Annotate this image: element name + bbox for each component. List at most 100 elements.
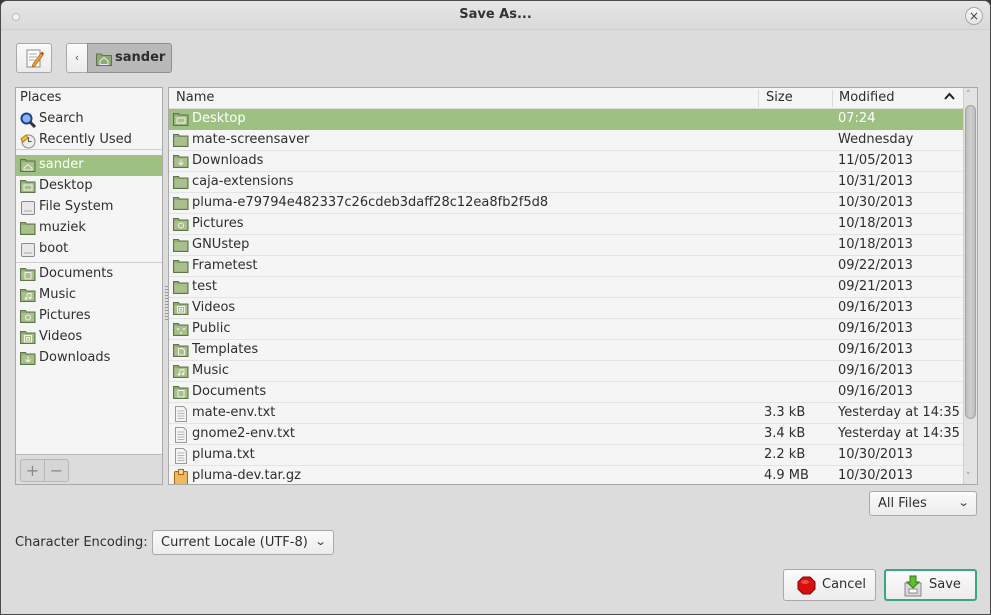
column-separator[interactable] bbox=[832, 90, 833, 107]
file-row[interactable]: mate-screensaver Wednesday bbox=[169, 130, 964, 151]
file-name: gnome2-env.txt bbox=[192, 426, 296, 441]
file-row[interactable]: pluma-e79794e482337c26cdeb3daff28c12ea8f… bbox=[169, 193, 964, 214]
file-size: 3.4 kB bbox=[764, 426, 806, 441]
sidebar-item-desktop[interactable]: Desktop bbox=[16, 176, 162, 197]
places-sidebar: Places Search Recently Used sander Desktop F… bbox=[15, 87, 163, 485]
type-filename-button[interactable] bbox=[16, 43, 52, 73]
file-type-filter-dropdown[interactable]: All Files ⌄ bbox=[869, 491, 977, 516]
file-name: test bbox=[192, 279, 217, 294]
column-header-modified[interactable]: Modified bbox=[839, 90, 894, 105]
file-row[interactable]: Frametest 09/22/2013 bbox=[169, 256, 964, 277]
file-name: pluma-dev.tar.gz bbox=[192, 468, 301, 483]
file-row[interactable]: pluma.txt 2.2 kB 10/30/2013 bbox=[169, 445, 964, 466]
cancel-button[interactable]: Cancel bbox=[783, 569, 876, 601]
sidebar-item-boot[interactable]: boot bbox=[16, 239, 162, 260]
file-size: 2.2 kB bbox=[764, 447, 806, 462]
sidebar-item-videos[interactable]: Videos bbox=[16, 327, 162, 348]
file-modified: 10/30/2013 bbox=[838, 468, 913, 483]
sidebar-item-muziek[interactable]: muziek bbox=[16, 218, 162, 239]
pictures-folder-icon bbox=[20, 309, 36, 327]
file-modified: 11/05/2013 bbox=[838, 153, 913, 168]
file-row[interactable]: GNUstep 10/18/2013 bbox=[169, 235, 964, 256]
folder-icon bbox=[20, 221, 36, 239]
chevron-down-icon: ⌄ bbox=[314, 535, 327, 548]
downloads-folder-icon bbox=[20, 351, 36, 369]
file-name: mate-env.txt bbox=[192, 405, 276, 420]
file-name: Music bbox=[192, 363, 229, 378]
save-download-icon bbox=[903, 575, 923, 601]
sidebar-item-search[interactable]: Search bbox=[16, 109, 162, 130]
sidebar-item-recently-used[interactable]: Recently Used bbox=[16, 130, 162, 151]
sidebar-item-label: Downloads bbox=[39, 350, 111, 365]
file-row[interactable]: Downloads 11/05/2013 bbox=[169, 151, 964, 172]
videos-folder-icon bbox=[20, 330, 36, 348]
path-button-label: sander bbox=[115, 50, 166, 65]
desktop-folder-icon bbox=[173, 112, 189, 130]
file-row[interactable]: Pictures 10/18/2013 bbox=[169, 214, 964, 235]
sidebar-item-label: boot bbox=[39, 241, 69, 256]
file-row[interactable]: mate-env.txt 3.3 kB Yesterday at 14:35 bbox=[169, 403, 964, 424]
sidebar-item-label: Pictures bbox=[39, 308, 91, 323]
file-name: Desktop bbox=[192, 111, 246, 126]
scroll-up-icon[interactable]: ˄ bbox=[966, 90, 971, 100]
stop-icon bbox=[797, 576, 816, 599]
window-title: Save As... bbox=[459, 7, 532, 22]
sidebar-item-sander[interactable]: sander bbox=[16, 155, 162, 176]
column-separator[interactable] bbox=[758, 90, 759, 107]
folder-icon bbox=[173, 238, 189, 256]
file-row[interactable]: Music 09/16/2013 bbox=[169, 361, 964, 382]
places-toolbar: + − bbox=[16, 454, 162, 484]
file-name: Frametest bbox=[192, 258, 258, 273]
scroll-down-icon[interactable]: ˅ bbox=[966, 472, 971, 482]
sidebar-item-documents[interactable]: Documents bbox=[16, 264, 162, 285]
folder-icon bbox=[173, 259, 189, 277]
title-bar[interactable]: Save As... × bbox=[1, 1, 990, 30]
file-row[interactable]: Videos 09/16/2013 bbox=[169, 298, 964, 319]
home-folder-icon bbox=[20, 158, 36, 176]
file-row[interactable]: Public 09/16/2013 bbox=[169, 319, 964, 340]
sidebar-item-pictures[interactable]: Pictures bbox=[16, 306, 162, 327]
file-row[interactable]: test 09/21/2013 bbox=[169, 277, 964, 298]
file-row[interactable]: caja-extensions 10/31/2013 bbox=[169, 172, 964, 193]
search-icon bbox=[20, 112, 37, 132]
save-button[interactable]: Save bbox=[884, 569, 977, 601]
file-modified: 09/16/2013 bbox=[838, 300, 913, 315]
file-name: mate-screensaver bbox=[192, 132, 310, 147]
sidebar-item-label: Videos bbox=[39, 329, 83, 344]
folder-icon bbox=[173, 280, 189, 298]
text-file-icon bbox=[173, 427, 189, 447]
file-modified: 09/16/2013 bbox=[838, 342, 913, 357]
documents-folder-icon bbox=[20, 267, 36, 285]
file-name: Videos bbox=[192, 300, 236, 315]
file-row[interactable]: Templates 09/16/2013 bbox=[169, 340, 964, 361]
close-button[interactable]: × bbox=[965, 7, 983, 25]
character-encoding-dropdown[interactable]: Current Locale (UTF-8) ⌄ bbox=[152, 530, 334, 555]
sidebar-item-music[interactable]: Music bbox=[16, 285, 162, 306]
file-modified: 07:24 bbox=[838, 111, 876, 126]
sidebar-item-downloads[interactable]: Downloads bbox=[16, 348, 162, 369]
places-separator bbox=[16, 262, 162, 263]
file-name: pluma.txt bbox=[192, 447, 255, 462]
music-folder-icon bbox=[20, 288, 36, 306]
file-modified: 10/31/2013 bbox=[838, 174, 913, 189]
file-name: Public bbox=[192, 321, 231, 336]
column-header-size[interactable]: Size bbox=[766, 90, 793, 105]
file-modified: Yesterday at 14:35 bbox=[838, 405, 960, 420]
file-row[interactable]: Desktop 07:24 bbox=[169, 109, 964, 130]
column-header-row: Name Size Modified bbox=[169, 88, 964, 109]
column-header-name[interactable]: Name bbox=[176, 90, 214, 105]
archive-icon bbox=[173, 469, 189, 484]
remove-bookmark-button[interactable]: − bbox=[44, 459, 69, 482]
file-row[interactable]: Documents 09/16/2013 bbox=[169, 382, 964, 403]
recent-icon bbox=[20, 133, 36, 153]
path-button-sander[interactable]: sander bbox=[87, 43, 172, 73]
vertical-scrollbar[interactable]: ˄ ˅ bbox=[963, 88, 977, 484]
scrollbar-thumb[interactable] bbox=[965, 105, 976, 419]
add-bookmark-button[interactable]: + bbox=[20, 459, 45, 482]
path-back-button[interactable]: ‹ bbox=[66, 43, 88, 73]
file-row[interactable]: gnome2-env.txt 3.4 kB Yesterday at 14:35 bbox=[169, 424, 964, 445]
file-modified: Yesterday at 14:35 bbox=[838, 426, 960, 441]
sidebar-item-file-system[interactable]: File System bbox=[16, 197, 162, 218]
file-row[interactable]: pluma-dev.tar.gz 4.9 MB 10/30/2013 bbox=[169, 466, 964, 484]
close-icon: × bbox=[968, 9, 980, 23]
